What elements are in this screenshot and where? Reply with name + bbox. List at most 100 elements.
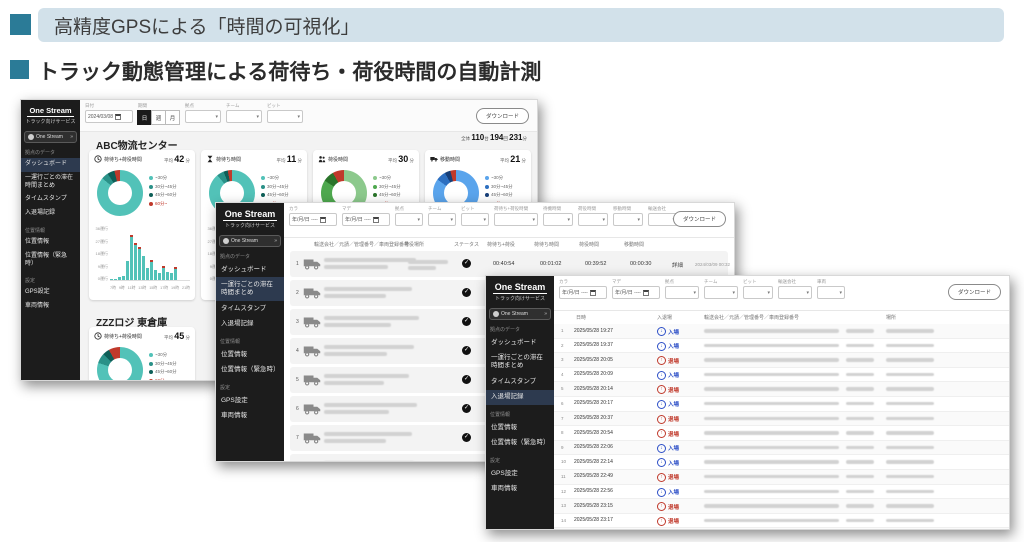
period-option[interactable]: 月 <box>165 110 180 125</box>
log-row[interactable]: 52025/05/28 20:14↑退場 <box>554 382 1009 397</box>
card-value: 45 <box>174 331 184 341</box>
filter-label: 荷役時間 <box>578 206 608 212</box>
select-input[interactable]: ▾ <box>461 213 489 226</box>
redacted-text <box>704 373 839 377</box>
sidebar-item[interactable]: 車両情報 <box>21 300 80 314</box>
sidebar-item[interactable]: タイムスタンプ <box>216 301 284 316</box>
bar <box>118 277 121 280</box>
sidebar-item[interactable]: 位置情報（緊急時） <box>21 250 80 272</box>
sidebar-item[interactable]: ダッシュボード <box>216 262 284 277</box>
log-row[interactable]: 42025/05/28 20:09↓入場 <box>554 368 1009 383</box>
select-input[interactable]: ▾ <box>704 286 738 299</box>
log-row[interactable]: 102025/05/28 22:14↓入場 <box>554 455 1009 470</box>
log-row[interactable]: 122025/05/28 22:56↓入場 <box>554 485 1009 500</box>
legend-label: 30分~45分 <box>379 184 401 190</box>
download-button[interactable]: ダウンロード <box>476 108 529 124</box>
sidebar-item[interactable]: GPS設定 <box>21 286 80 300</box>
log-row[interactable]: 142025/05/28 23:17↑退場 <box>554 514 1009 529</box>
log-row[interactable]: 12025/05/28 19:27↓入場 <box>554 324 1009 339</box>
chevron-down-icon: ▾ <box>483 217 486 223</box>
select-input[interactable]: ▾ <box>185 110 221 123</box>
period-option[interactable]: 日 <box>137 110 152 125</box>
select-input[interactable]: ▾ <box>267 110 303 123</box>
sidebar-item[interactable]: 車両情報 <box>216 409 284 424</box>
user-chip[interactable]: One Stream » <box>489 308 551 320</box>
log-row[interactable]: 62025/05/28 20:17↓入場 <box>554 397 1009 412</box>
select-input[interactable]: ▾ <box>578 213 608 226</box>
sidebar-item[interactable]: 一運行ごとの滞在時間まとめ <box>486 350 554 374</box>
log-row[interactable]: 22025/05/28 19:37↓入場 <box>554 339 1009 354</box>
select-input[interactable]: ▾ <box>395 213 423 226</box>
download-button[interactable]: ダウンロード <box>948 284 1001 300</box>
date-input[interactable]: 年/月/日 ---- <box>612 286 660 299</box>
app-logo: One Stream <box>223 209 278 221</box>
sidebar-item[interactable]: 入退場記録 <box>216 317 284 332</box>
badge-label: 入場 <box>668 342 679 350</box>
logout-icon[interactable]: » <box>274 238 277 244</box>
sidebar-item[interactable]: ダッシュボード <box>486 335 554 350</box>
user-name: One Stream <box>501 311 528 317</box>
select-input[interactable]: ▾ <box>226 110 262 123</box>
datetime: 2025/05/28 20:05 <box>574 357 613 363</box>
sidebar-item[interactable]: 位置情報 <box>216 347 284 362</box>
select-input[interactable]: ▾ <box>665 286 699 299</box>
period-option[interactable]: 週 <box>151 110 166 125</box>
sidebar-item[interactable]: 入退場記録 <box>21 207 80 221</box>
filter-group: 荷役時間▾ <box>578 206 608 226</box>
nav-section-label: 位置情報 <box>220 338 280 345</box>
chevron-down-icon: ▾ <box>806 290 809 296</box>
select-input[interactable]: ▾ <box>494 213 538 226</box>
user-chip[interactable]: One Stream» <box>24 131 77 143</box>
log-row[interactable]: 72025/05/28 20:37↑退場 <box>554 412 1009 427</box>
badge-label: 入場 <box>668 444 679 452</box>
date-input[interactable]: 年/月/日 ---- <box>559 286 607 299</box>
redacted-text <box>886 504 934 508</box>
sidebar-item[interactable]: 位置情報 <box>21 236 80 250</box>
log-row[interactable]: 152025/05/28 23:28↓入場 <box>554 528 1009 529</box>
sidebar-item[interactable]: 一運行ごとの滞在時間まとめ <box>216 277 284 301</box>
sidebar-item[interactable]: 車両情報 <box>486 482 554 497</box>
download-button[interactable]: ダウンロード <box>673 211 726 227</box>
filter-group: ビット▾ <box>461 206 489 226</box>
log-row[interactable]: 132025/05/28 23:15↑退場 <box>554 499 1009 514</box>
sidebar-item[interactable]: タイムスタンプ <box>486 374 554 389</box>
column-header: 荷待ち+荷役 <box>487 241 515 248</box>
stay-row[interactable]: 1✓00:40:5400:01:0200:39:5200:00:30詳細2024… <box>290 251 728 277</box>
datetime: 2025/05/28 20:17 <box>574 400 613 406</box>
filter-label: 車両 <box>817 279 845 285</box>
clock-icon <box>94 155 102 163</box>
sidebar-item[interactable]: 入退場記録 <box>486 390 554 405</box>
date-input[interactable]: 年/月/日 ---- <box>289 213 337 226</box>
sidebar-item[interactable]: ダッシュボード <box>21 158 80 172</box>
select-input[interactable]: ▾ <box>543 213 573 226</box>
summary-runs-unit: 回 <box>503 136 508 141</box>
sidebar-item[interactable]: GPS設定 <box>216 393 284 408</box>
log-row[interactable]: 92025/05/28 22:06↓入場 <box>554 441 1009 456</box>
select-input[interactable]: ▾ <box>428 213 456 226</box>
detail-link[interactable]: 詳細 <box>672 261 683 269</box>
sidebar-item[interactable]: 一運行ごとの滞在時間まとめ <box>21 172 80 194</box>
legend-swatch <box>373 185 377 189</box>
sidebar-item[interactable]: GPS設定 <box>486 466 554 481</box>
sidebar-item[interactable]: 位置情報（緊急時） <box>216 363 284 378</box>
date-input[interactable]: 年/月/日 ---- <box>342 213 390 226</box>
user-chip[interactable]: One Stream» <box>219 235 281 247</box>
select-input[interactable]: ▾ <box>613 213 643 226</box>
log-row[interactable]: 82025/05/28 20:54↑退場 <box>554 426 1009 441</box>
card-average: 平均 30 分 <box>388 154 414 164</box>
logout-icon[interactable]: » <box>70 134 73 140</box>
date-input[interactable]: 2024/03/08 <box>85 110 133 123</box>
redacted-text <box>846 417 874 421</box>
log-row[interactable]: 32025/05/28 20:05↑退場 <box>554 353 1009 368</box>
select-input[interactable]: ▾ <box>743 286 773 299</box>
app-logo: One Stream <box>493 282 548 294</box>
legend-swatch <box>373 176 377 180</box>
logout-icon[interactable]: » <box>544 311 547 317</box>
sidebar-item[interactable]: タイムスタンプ <box>21 193 80 207</box>
sidebar-item[interactable]: 位置情報（緊急時） <box>486 436 554 451</box>
log-row[interactable]: 112025/05/28 22:49↑退場 <box>554 470 1009 485</box>
sidebar-item[interactable]: 位置情報 <box>486 420 554 435</box>
select-input[interactable]: ▾ <box>778 286 812 299</box>
select-input[interactable]: ▾ <box>817 286 845 299</box>
period-segmented[interactable]: 日週月 <box>138 110 180 125</box>
